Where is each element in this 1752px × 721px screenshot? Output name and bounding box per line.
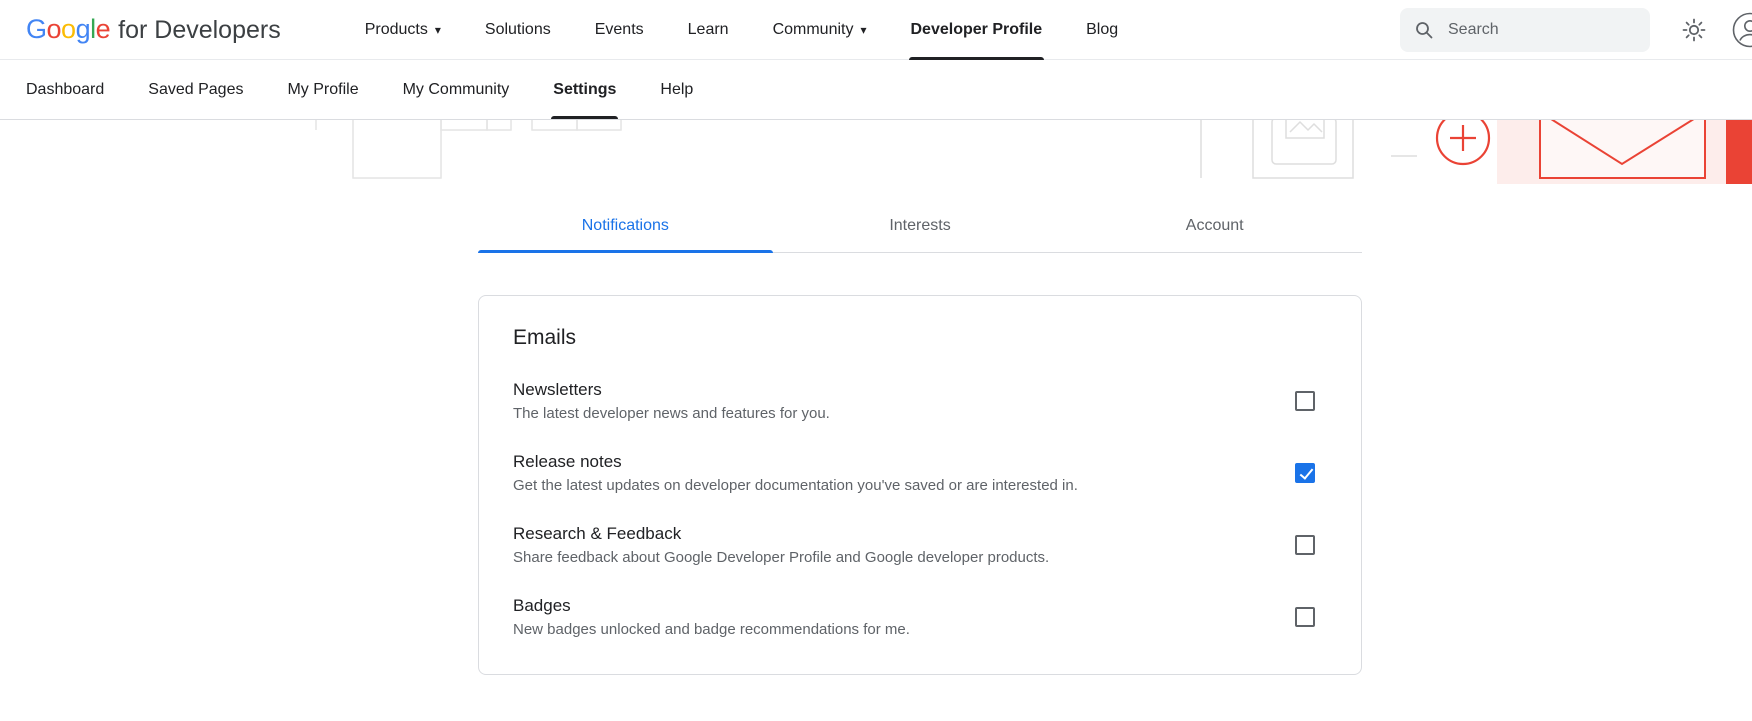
topbar-right (1400, 8, 1752, 52)
nav-item-products[interactable]: Products (365, 0, 441, 60)
avatar[interactable] (1732, 12, 1752, 48)
google-developers-logo[interactable]: Google for Developers (26, 14, 281, 45)
subnav-item-saved-pages[interactable]: Saved Pages (148, 60, 243, 119)
setting-row-badges: Badges New badges unlocked and badge rec… (513, 596, 1327, 638)
checkbox-badges[interactable] (1295, 607, 1315, 627)
top-header: Google for Developers Products Solutions… (0, 0, 1752, 60)
banner-illustration (0, 120, 1752, 184)
theme-toggle-icon[interactable] (1682, 18, 1706, 42)
logo-suffix: for Developers (118, 16, 281, 45)
nav-item-events[interactable]: Events (595, 0, 644, 60)
tab-notifications[interactable]: Notifications (478, 202, 773, 252)
emails-card-title: Emails (513, 326, 1327, 350)
nav-item-learn[interactable]: Learn (688, 0, 729, 60)
checkbox-research-and-feedback[interactable] (1295, 535, 1315, 555)
search-box[interactable] (1400, 8, 1650, 52)
nav-item-developer-profile[interactable]: Developer Profile (911, 0, 1043, 60)
search-icon (1414, 20, 1434, 40)
nav-item-blog[interactable]: Blog (1086, 0, 1118, 60)
nav-item-community[interactable]: Community (773, 0, 867, 60)
tab-account[interactable]: Account (1067, 202, 1362, 252)
setting-row-newsletters: Newsletters The latest developer news an… (513, 380, 1327, 422)
setting-row-release-notes: Release notes Get the latest updates on … (513, 452, 1327, 494)
tab-interests[interactable]: Interests (773, 202, 1068, 252)
nav-item-solutions[interactable]: Solutions (485, 0, 551, 60)
subnav-item-settings[interactable]: Settings (553, 60, 616, 119)
search-input[interactable] (1446, 20, 1626, 40)
subnav-item-dashboard[interactable]: Dashboard (26, 60, 104, 119)
google-logo-text: Google (26, 14, 110, 45)
subnav-item-my-community[interactable]: My Community (403, 60, 510, 119)
main-nav: Products Solutions Events Learn Communit… (365, 0, 1118, 60)
decorative-banner (0, 120, 1752, 184)
setting-row-research-and-feedback: Research & Feedback Share feedback about… (513, 524, 1327, 566)
account-person-icon (1732, 12, 1752, 48)
subnav-item-help[interactable]: Help (660, 60, 693, 119)
emails-card: Emails Newsletters The latest developer … (478, 295, 1362, 675)
checkbox-newsletters[interactable] (1295, 391, 1315, 411)
profile-subnav: Dashboard Saved Pages My Profile My Comm… (0, 60, 1752, 120)
subnav-item-my-profile[interactable]: My Profile (287, 60, 358, 119)
email-settings-list: Newsletters The latest developer news an… (513, 380, 1327, 638)
settings-tabs: Notifications Interests Account (478, 202, 1362, 253)
checkbox-release-notes[interactable] (1295, 463, 1315, 483)
settings-content: Notifications Interests Account Emails N… (478, 202, 1362, 675)
